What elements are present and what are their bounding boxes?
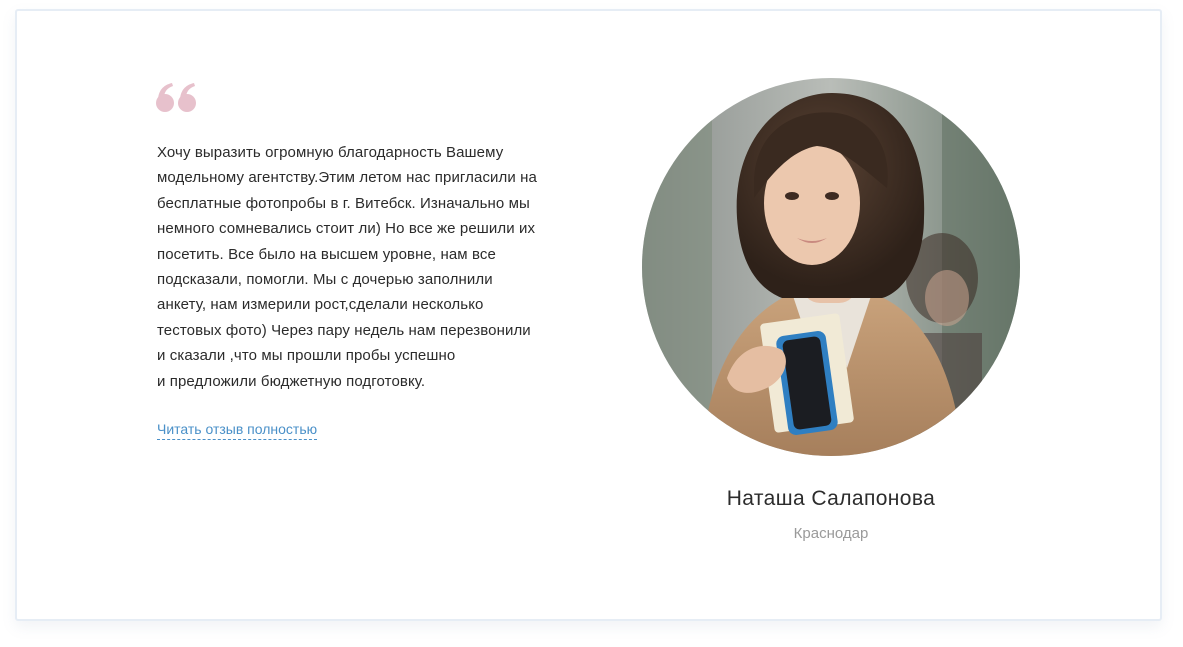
review-line: посетить. Все было на высшем уровне, нам… <box>157 245 496 263</box>
review-text: Хочу выразить огромную благодарность Ваш… <box>157 140 587 394</box>
review-line: и сказали ,что мы прошли пробы успешно <box>157 347 456 365</box>
review-line: бесплатные фотопробы в г. Витебск. Изнач… <box>157 194 530 212</box>
review-line: анкету, нам измерили рост,сделали нескол… <box>157 296 484 314</box>
review-line: и предложили бюджетную подготовку. <box>157 372 426 390</box>
review-line: немного сомневались стоит ли) Но все же … <box>157 220 536 238</box>
author-name: Наташа Салапонова <box>726 487 936 510</box>
read-full-review-link[interactable]: Читать отзыв полностью <box>157 421 318 440</box>
review-line: подсказали, помогли. Мы с дочерью заполн… <box>157 271 493 289</box>
author-avatar <box>642 78 1020 456</box>
review-line: Хочу выразить огромную благодарность Ваш… <box>157 144 504 161</box>
review-line: модельному агентству.Этим летом нас приг… <box>157 169 537 187</box>
review-line: тестовых фото) Через пару недель нам пер… <box>157 321 531 339</box>
author-city: Краснодар <box>793 525 869 542</box>
quote-icon <box>156 83 196 112</box>
avatar-photo <box>642 78 1020 456</box>
